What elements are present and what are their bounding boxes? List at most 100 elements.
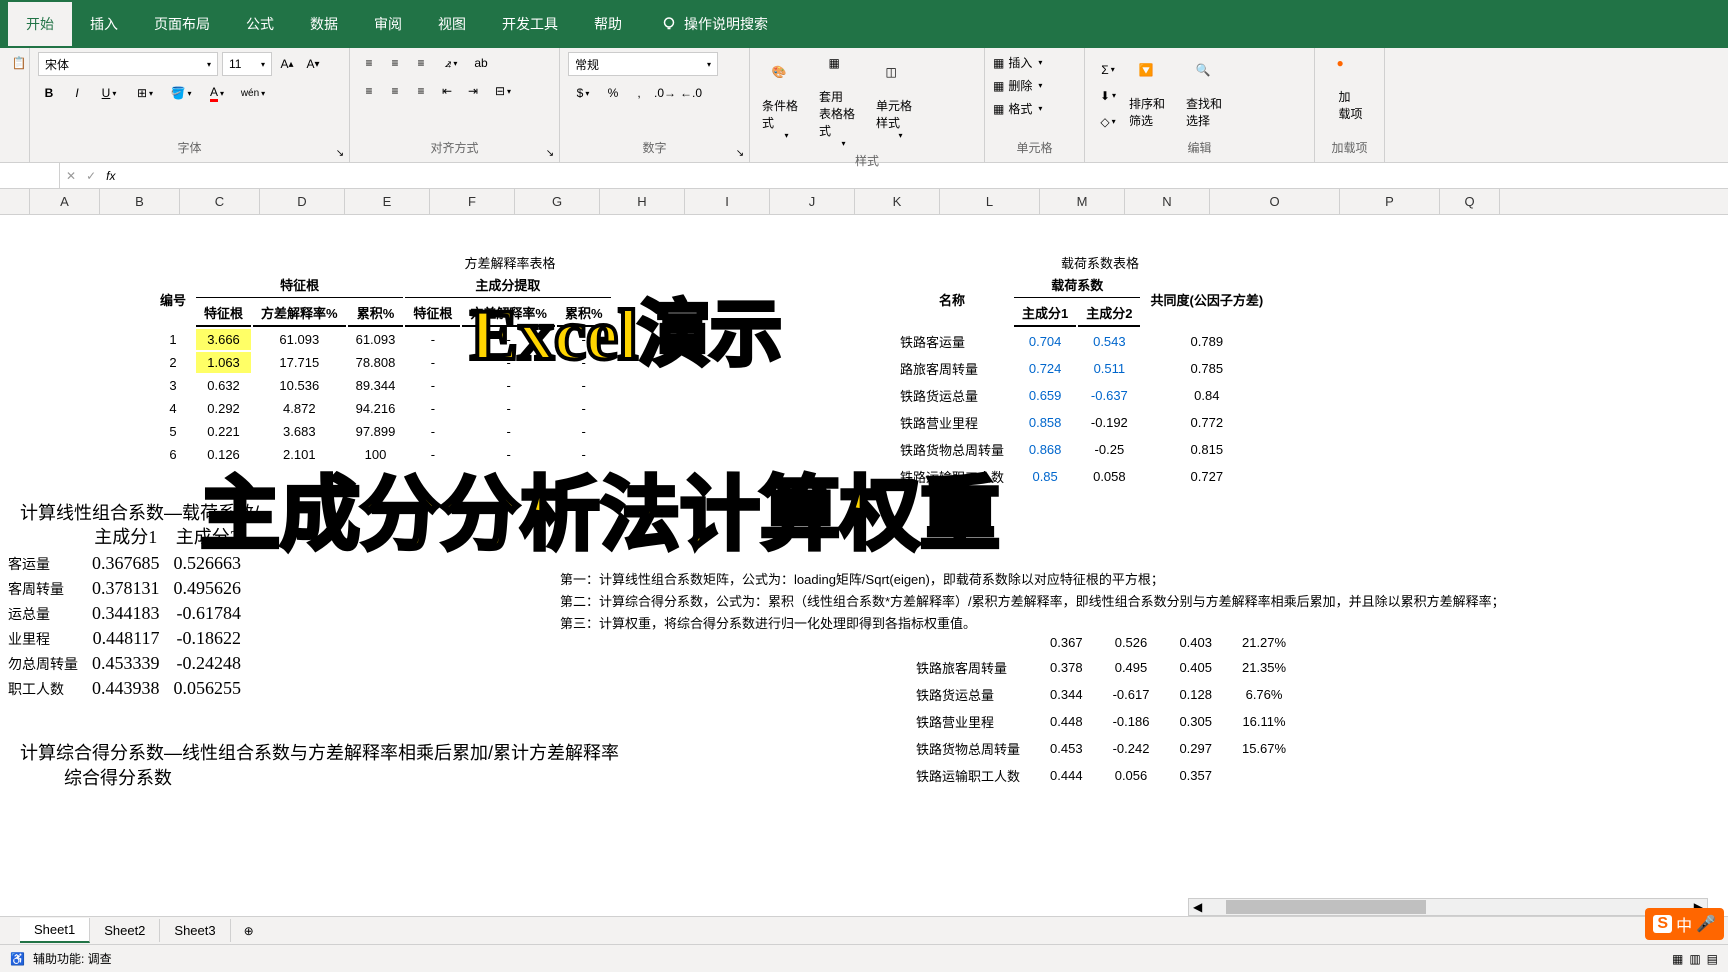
font-color-button[interactable]: A▾ [202,82,232,104]
sheet-tab-3[interactable]: Sheet3 [160,919,230,942]
align-dialog-launcher[interactable]: ↘ [543,146,557,160]
ribbon-tabs: 开始 插入 页面布局 公式 数据 审阅 视图 开发工具 帮助 操作说明搜索 [0,0,1728,48]
comma-button[interactable]: , [628,82,650,104]
align-middle-icon[interactable]: ≡ [384,52,406,74]
col-B[interactable]: B [100,189,180,214]
bold-button[interactable]: B [38,82,60,104]
view-normal-icon[interactable]: ▦ [1672,952,1683,966]
phonetic-button[interactable]: wén▾ [238,82,268,104]
increase-font-icon[interactable]: A▴ [276,53,298,75]
th-pca-group: 主成分提取 [405,272,610,298]
align-right-icon[interactable]: ≡ [410,80,432,102]
col-Q[interactable]: Q [1440,189,1500,214]
insert-cells-button[interactable]: ▦ 插入 ▾ [993,54,1076,71]
format-cells-button[interactable]: ▦ 格式 ▾ [993,100,1076,117]
tab-home[interactable]: 开始 [8,2,72,46]
col-I[interactable]: I [685,189,770,214]
fill-button[interactable]: ⬇▾ [1093,85,1123,107]
align-left-icon[interactable]: ≡ [358,80,380,102]
tab-help[interactable]: 帮助 [576,2,640,46]
scroll-left-icon[interactable]: ◀ [1189,900,1206,914]
view-break-icon[interactable]: ▤ [1707,952,1718,966]
tab-insert[interactable]: 插入 [72,2,136,46]
select-all-corner[interactable] [0,189,30,214]
scroll-thumb[interactable] [1226,900,1426,914]
tab-layout[interactable]: 页面布局 [136,2,228,46]
group-label-styles: 样式 [758,152,976,171]
wrap-text-button[interactable]: ab [470,52,492,74]
addins-button[interactable]: ● 加 载项 [1323,52,1378,126]
ime-indicator[interactable]: S 中 🎤 [1645,908,1724,940]
orientation-button[interactable]: ⦨▾ [436,52,466,74]
group-label-addins: 加载项 [1323,139,1376,158]
status-bar: ♿ 辅助功能: 调查 ▦ ▥ ▤ [0,944,1728,972]
add-sheet-button[interactable]: ⊕ [237,919,261,943]
loading-table: 名称载荷系数共同度(公因子方差) 主成分1主成分2 铁路客运量0.7040.54… [890,270,1273,491]
col-H[interactable]: H [600,189,685,214]
decrease-decimal-icon[interactable]: ←.0 [680,82,702,104]
group-label-editing: 编辑 [1093,139,1306,158]
col-O[interactable]: O [1210,189,1340,214]
clear-button[interactable]: ◇▾ [1093,111,1123,133]
col-K[interactable]: K [855,189,940,214]
tab-developer[interactable]: 开发工具 [484,2,576,46]
name-box[interactable] [0,163,60,188]
accessibility-icon[interactable]: ♿ [10,952,25,966]
col-J[interactable]: J [770,189,855,214]
font-dialog-launcher[interactable]: ↘ [333,146,347,160]
number-dialog-launcher[interactable]: ↘ [733,146,747,160]
fx-icon[interactable]: fx [106,169,115,183]
sort-filter-icon: 🔽 [1139,63,1167,91]
col-L[interactable]: L [940,189,1040,214]
col-D[interactable]: D [260,189,345,214]
col-A[interactable]: A [30,189,100,214]
col-N[interactable]: N [1125,189,1210,214]
fx-cancel-icon[interactable]: ✕ [66,169,76,183]
autosum-button[interactable]: Σ▾ [1093,59,1123,81]
cell-styles-icon: ◫ [886,65,914,93]
lightbulb-icon [660,15,678,33]
delete-cells-button[interactable]: ▦ 删除 ▾ [993,77,1076,94]
align-bottom-icon[interactable]: ≡ [410,52,432,74]
find-select-button[interactable]: 🔍 查找和选择 [1182,59,1237,133]
sheet-tab-2[interactable]: Sheet2 [90,919,160,942]
horizontal-scrollbar[interactable]: ◀ ▶ [1188,898,1708,916]
align-top-icon[interactable]: ≡ [358,52,380,74]
decrease-font-icon[interactable]: A▾ [302,53,324,75]
col-P[interactable]: P [1340,189,1440,214]
borders-button[interactable]: ⊞▾ [130,82,160,104]
col-M[interactable]: M [1040,189,1125,214]
paste-button[interactable]: 📋 [8,52,30,74]
col-E[interactable]: E [345,189,430,214]
tab-data[interactable]: 数据 [292,2,356,46]
fill-color-button[interactable]: 🪣▾ [166,82,196,104]
fx-confirm-icon[interactable]: ✓ [86,169,96,183]
font-size-combo[interactable]: 11▾ [222,52,272,76]
indent-increase-icon[interactable]: ⇥ [462,80,484,102]
tab-formulas[interactable]: 公式 [228,2,292,46]
increase-decimal-icon[interactable]: .0→ [654,82,676,104]
conditional-format-button[interactable]: 🎨 条件格式▾ [758,52,813,152]
tab-view[interactable]: 视图 [420,2,484,46]
formula2-sub: 综合得分系数 [60,760,176,794]
number-format-combo[interactable]: 常规▾ [568,52,718,76]
tab-review[interactable]: 审阅 [356,2,420,46]
worksheet-grid[interactable]: 方差解释率表格 编号特征根主成分提取 特征根方差解释率%累积%特征根方差解释率%… [0,215,1728,795]
sheet-tab-1[interactable]: Sheet1 [20,918,90,943]
cell-styles-button[interactable]: ◫ 单元格样式▾ [872,52,927,152]
indent-decrease-icon[interactable]: ⇤ [436,80,458,102]
merge-button[interactable]: ⊟▾ [488,80,518,102]
col-G[interactable]: G [515,189,600,214]
format-as-table-button[interactable]: ▦ 套用 表格格式▾ [815,52,870,152]
underline-button[interactable]: U▾ [94,82,124,104]
tell-me-search[interactable]: 操作说明搜索 [660,14,768,34]
view-page-icon[interactable]: ▥ [1689,952,1700,966]
sort-filter-button[interactable]: 🔽 排序和筛选 [1125,59,1180,133]
italic-button[interactable]: I [66,82,88,104]
col-F[interactable]: F [430,189,515,214]
font-name-combo[interactable]: 宋体▾ [38,52,218,76]
currency-button[interactable]: $▾ [568,82,598,104]
col-C[interactable]: C [180,189,260,214]
percent-button[interactable]: % [602,82,624,104]
align-center-icon[interactable]: ≡ [384,80,406,102]
